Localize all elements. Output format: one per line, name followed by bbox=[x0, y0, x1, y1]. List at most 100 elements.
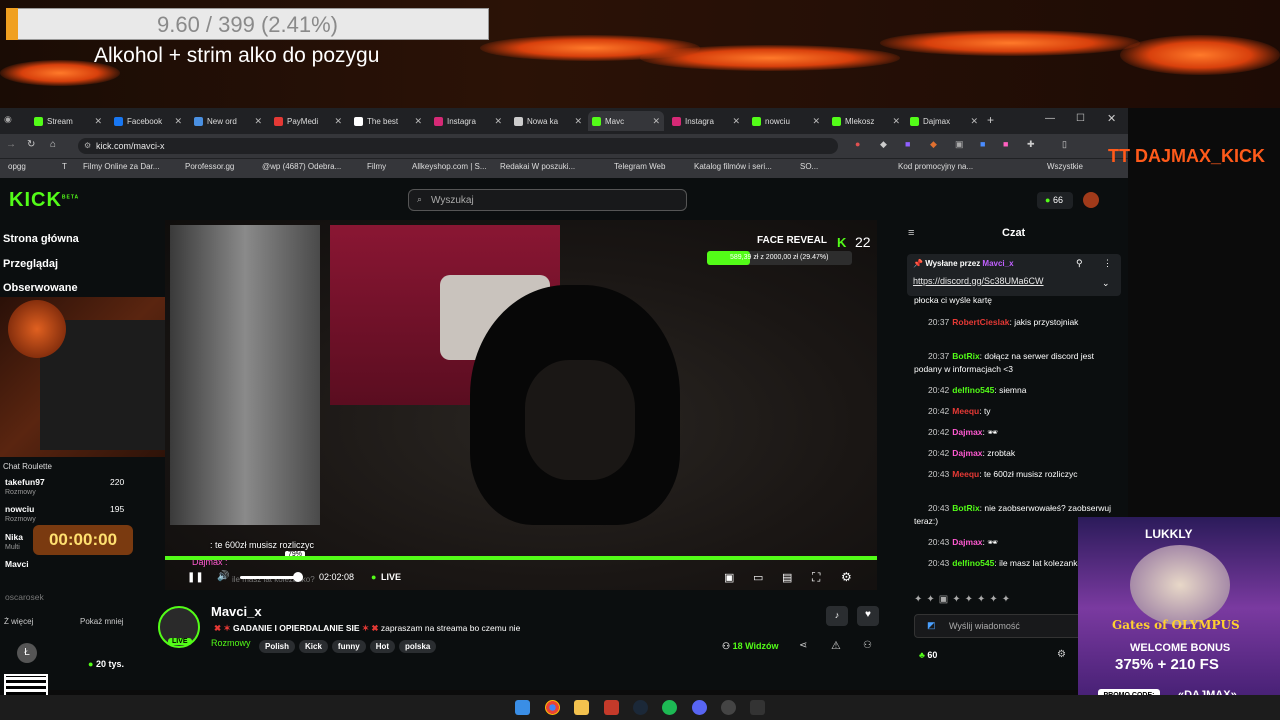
share-icon[interactable]: ⋖ bbox=[799, 640, 807, 651]
extension-icon[interactable]: ■ bbox=[905, 139, 910, 149]
close-tab-icon[interactable]: ✕ bbox=[892, 116, 900, 127]
emote-picker-icon[interactable]: ◩ bbox=[927, 620, 936, 631]
bookmark-item[interactable]: SO... bbox=[800, 162, 818, 171]
fullscreen-icon[interactable]: ⛶ bbox=[812, 570, 820, 585]
bookmark-item[interactable]: @wp (4687) Odebra... bbox=[262, 162, 341, 171]
stream-category[interactable]: Rozmowy bbox=[211, 638, 251, 648]
close-tab-icon[interactable]: ✕ bbox=[574, 116, 582, 127]
browser-tab[interactable]: Mlekosz ✕ bbox=[828, 111, 904, 131]
emote-bar[interactable]: ✦✦▣✦✦✦✦✦ bbox=[914, 594, 1014, 605]
minimize-icon[interactable]: — bbox=[1045, 113, 1055, 124]
kick-points-button[interactable]: ● 66 bbox=[1037, 192, 1073, 209]
follow-heart-icon[interactable]: ♥ bbox=[857, 606, 879, 626]
chat-username[interactable]: Dajmax bbox=[952, 427, 982, 437]
pip-icon[interactable]: ▤ bbox=[782, 571, 792, 584]
windows-start-icon[interactable] bbox=[515, 700, 530, 715]
reload-icon[interactable]: ↻ bbox=[27, 139, 35, 150]
close-tab-icon[interactable]: ✕ bbox=[94, 116, 102, 127]
bookmark-item[interactable]: opgg bbox=[8, 162, 26, 171]
bookmark-item[interactable]: Allkeyshop.com | S... bbox=[412, 162, 487, 171]
stream-tag[interactable]: funny bbox=[331, 640, 366, 653]
close-tab-icon[interactable]: ✕ bbox=[970, 116, 978, 127]
chat-username[interactable]: delfino545 bbox=[952, 385, 994, 395]
site-info-icon[interactable]: ⚙ bbox=[84, 141, 91, 150]
playback-progress[interactable] bbox=[165, 556, 877, 560]
chat-username[interactable]: Dajmax bbox=[952, 448, 982, 458]
following-item-name[interactable]: Nika bbox=[5, 532, 23, 542]
stream-tag[interactable]: Polish bbox=[259, 640, 296, 653]
volume-slider[interactable] bbox=[240, 576, 300, 579]
following-item-name[interactable]: oscarosek bbox=[5, 592, 44, 602]
following-item-name[interactable]: takefun97 bbox=[5, 477, 45, 487]
pinned-menu-icon[interactable]: ⋮ bbox=[1103, 258, 1112, 269]
browser-tab[interactable]: nowciu ✕ bbox=[748, 111, 824, 131]
bookmark-item[interactable]: Filmy Online za Dar... bbox=[83, 162, 159, 171]
bookmark-item[interactable]: Filmy bbox=[367, 162, 386, 171]
extensions-puzzle-icon[interactable]: ✚ bbox=[1027, 139, 1035, 150]
close-tab-icon[interactable]: ✕ bbox=[812, 116, 820, 127]
search-input[interactable]: ⌕ Wyszukaj bbox=[408, 189, 687, 211]
following-item-name[interactable]: nowciu bbox=[5, 504, 34, 514]
channel-points[interactable]: ♣ 60 bbox=[919, 650, 937, 660]
close-tab-icon[interactable]: ✕ bbox=[174, 116, 182, 127]
nav-home[interactable]: Strona główna bbox=[3, 233, 79, 245]
bookmark-item[interactable]: Porofessor.gg bbox=[185, 162, 234, 171]
tab-search-icon[interactable]: ◉ bbox=[4, 114, 12, 125]
spotify-icon[interactable] bbox=[662, 700, 677, 715]
show-more-link[interactable]: Ż więcej bbox=[4, 617, 33, 626]
browser-tab[interactable]: PayMedi ✕ bbox=[270, 111, 346, 131]
discord-icon[interactable] bbox=[692, 700, 707, 715]
browser-tab[interactable]: The best ✕ bbox=[350, 111, 426, 131]
clip-icon[interactable]: ▣ bbox=[724, 571, 734, 584]
extension-icon[interactable]: ▣ bbox=[955, 139, 964, 150]
close-tab-icon[interactable]: ✕ bbox=[414, 116, 422, 127]
bookmark-item[interactable]: Katalog filmów i seri... bbox=[694, 162, 772, 171]
chat-username[interactable]: Meequ bbox=[952, 406, 979, 416]
close-tab-icon[interactable]: ✕ bbox=[254, 116, 262, 127]
close-tab-icon[interactable]: ✕ bbox=[334, 116, 342, 127]
bookmark-item[interactable]: T bbox=[62, 162, 67, 171]
back-icon[interactable]: → bbox=[6, 139, 16, 150]
sidebar-icon[interactable]: ▯ bbox=[1062, 139, 1067, 150]
bookmark-item[interactable]: Redakai W poszuki... bbox=[500, 162, 575, 171]
chat-username[interactable]: BotRix bbox=[952, 351, 979, 361]
steam-icon[interactable] bbox=[633, 700, 648, 715]
show-less-link[interactable]: Pokaż mniej bbox=[80, 617, 124, 626]
chrome-icon[interactable] bbox=[545, 700, 560, 715]
bookmark-item[interactable]: Telegram Web bbox=[614, 162, 665, 171]
close-window-icon[interactable]: ✕ bbox=[1107, 112, 1116, 125]
stream-tag[interactable]: Kick bbox=[299, 640, 328, 653]
collapse-chat-icon[interactable]: ≡ bbox=[908, 227, 914, 239]
browser-tab[interactable]: Mavc ✕ bbox=[588, 111, 664, 131]
browser-tab[interactable]: Nowa ka ✕ bbox=[510, 111, 586, 131]
chat-settings-icon[interactable]: ⚙ bbox=[1057, 649, 1066, 660]
close-tab-icon[interactable]: ✕ bbox=[652, 116, 660, 127]
expand-pinned-icon[interactable]: ⌄ bbox=[1102, 278, 1110, 289]
extension-icon[interactable]: ◆ bbox=[930, 139, 937, 150]
bookmark-item[interactable]: Wszystkie bbox=[1047, 162, 1083, 171]
theater-mode-icon[interactable]: ▭ bbox=[753, 571, 763, 584]
pinned-link[interactable]: https://discord.gg/Sc38UMa6CW bbox=[913, 276, 1044, 286]
close-tab-icon[interactable]: ✕ bbox=[732, 116, 740, 127]
chat-username[interactable]: BotRix bbox=[952, 503, 979, 513]
notification-bell-icon[interactable]: ♪ bbox=[826, 606, 848, 626]
new-tab-icon[interactable]: + bbox=[987, 113, 994, 127]
file-explorer-icon[interactable] bbox=[574, 700, 589, 715]
chat-username[interactable]: RobertCieslak bbox=[952, 317, 1009, 327]
browser-tab[interactable]: Instagra ✕ bbox=[430, 111, 506, 131]
chat-username[interactable]: Meequ bbox=[952, 469, 979, 479]
app-icon[interactable] bbox=[604, 700, 619, 715]
app-icon[interactable] bbox=[721, 700, 736, 715]
more-icon[interactable]: ⚇ bbox=[863, 640, 872, 651]
browser-tab[interactable]: Stream ✕ bbox=[30, 111, 106, 131]
browser-tab[interactable]: New ord ✕ bbox=[190, 111, 266, 131]
report-icon[interactable]: ⚠ bbox=[831, 639, 841, 652]
extension-icon[interactable]: ◆ bbox=[880, 139, 887, 150]
nav-following[interactable]: Obserwowane bbox=[3, 282, 78, 294]
chat-username[interactable]: delfino545 bbox=[952, 558, 994, 568]
browser-tab[interactable]: Instagra ✕ bbox=[668, 111, 744, 131]
extension-icon[interactable]: ■ bbox=[1003, 139, 1008, 149]
user-avatar[interactable] bbox=[1083, 192, 1099, 208]
bookmark-item[interactable]: Kod promocyjny na... bbox=[898, 162, 973, 171]
volume-slider-handle[interactable] bbox=[293, 572, 303, 582]
